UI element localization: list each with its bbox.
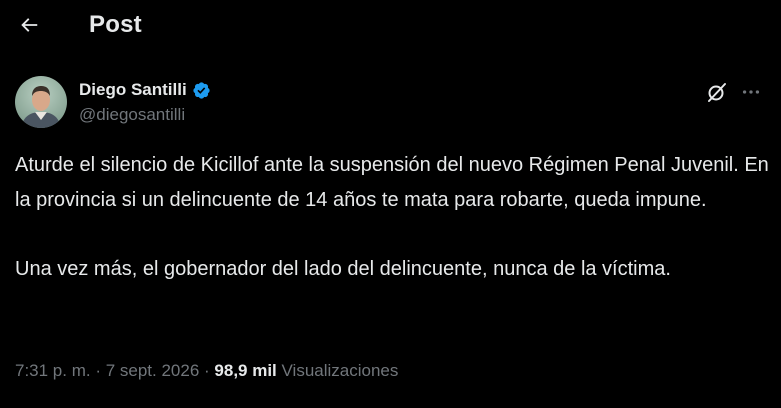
page-title: Post	[89, 11, 142, 38]
back-button[interactable]	[12, 8, 46, 42]
more-options-button[interactable]	[739, 80, 763, 104]
post-text: Aturde el silencio de Kicillof ante la s…	[15, 148, 771, 287]
meta-separator: ·	[199, 361, 215, 380]
views-label: Visualizaciones	[281, 361, 399, 380]
post-paragraph: Aturde el silencio de Kicillof ante la s…	[15, 154, 769, 211]
top-bar: Post	[0, 0, 781, 52]
avatar[interactable]	[15, 76, 67, 128]
author-names: Diego Santilli @diegosantilli	[79, 78, 211, 125]
display-name[interactable]: Diego Santilli	[79, 80, 187, 100]
grok-button[interactable]	[705, 80, 729, 104]
meta-separator: ·	[90, 361, 106, 380]
post-metadata: 7:31 p. m. · 7 sept. 2026 · 98,9 mil Vis…	[15, 361, 398, 381]
post-author: Diego Santilli @diegosantilli	[15, 76, 767, 130]
post-time[interactable]: 7:31 p. m.	[15, 361, 91, 380]
author-handle[interactable]: @diegosantilli	[79, 105, 211, 125]
grok-icon	[708, 83, 726, 102]
views-count[interactable]: 98,9 mil	[214, 361, 276, 380]
avatar-image	[15, 76, 67, 128]
verified-badge-icon[interactable]	[192, 81, 211, 100]
post-paragraph: Una vez más, el gobernador del lado del …	[15, 258, 671, 280]
display-name-row: Diego Santilli	[79, 78, 211, 102]
post-date[interactable]: 7 sept. 2026	[106, 361, 200, 380]
arrow-left-icon	[21, 18, 38, 32]
more-horizontal-icon	[742, 90, 760, 94]
